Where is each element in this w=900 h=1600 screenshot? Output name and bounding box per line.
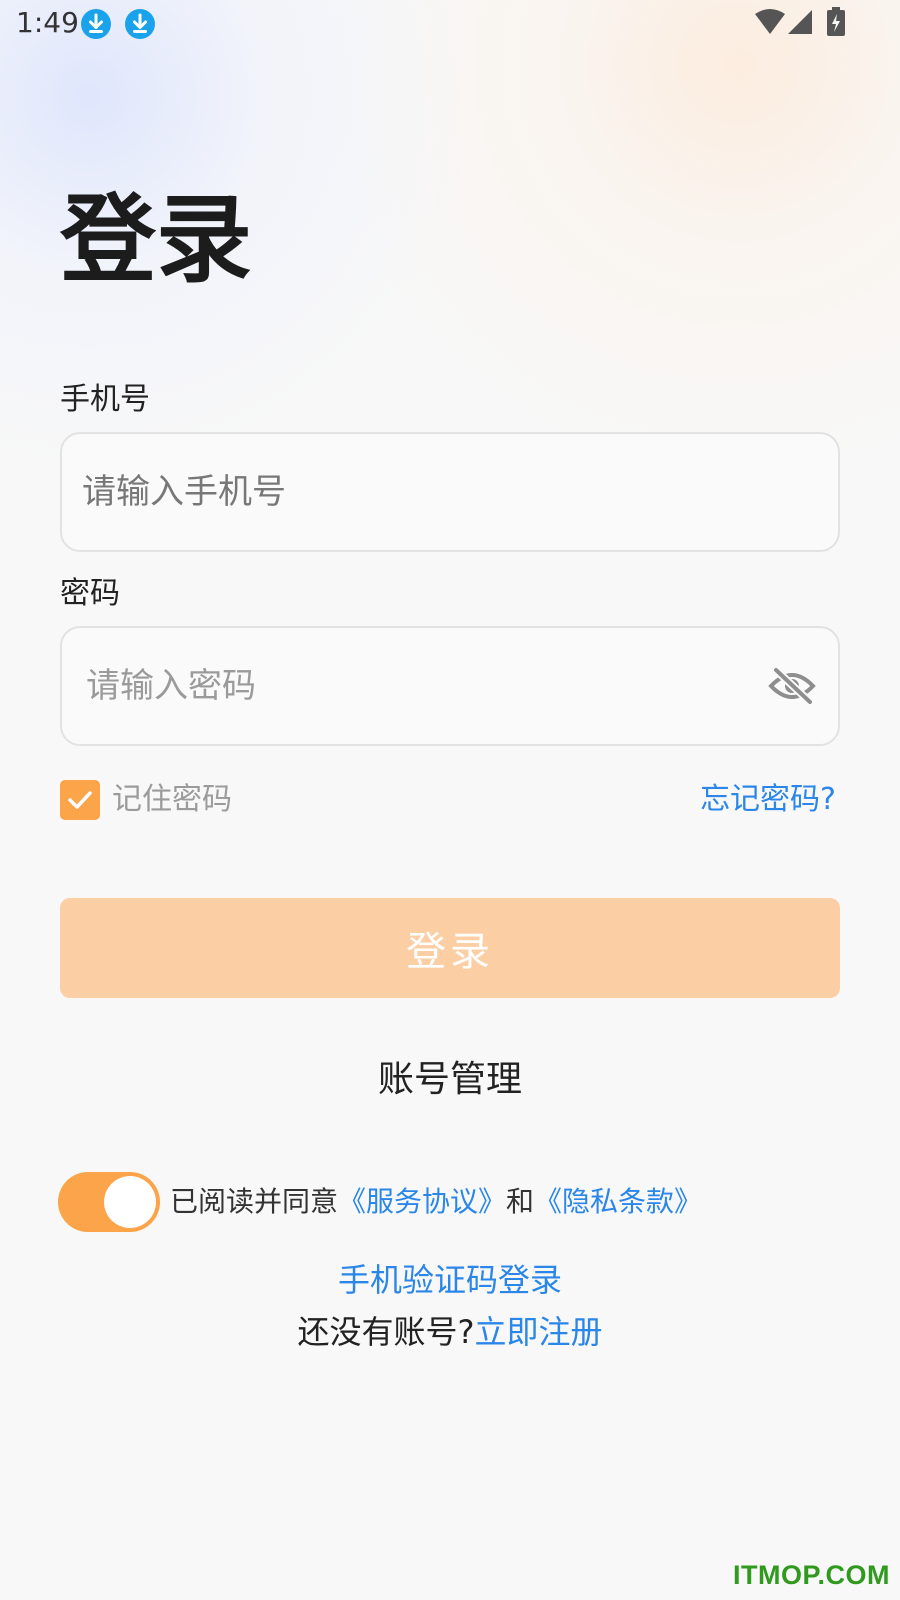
register-line: 还没有账号?立即注册 [0, 1310, 900, 1354]
check-icon [68, 791, 92, 809]
toggle-knob [104, 1176, 156, 1228]
privacy-policy-link[interactable]: 《隐私条款》 [534, 1185, 702, 1218]
phone-field[interactable] [60, 432, 840, 552]
password-input[interactable] [86, 628, 726, 744]
account-management-link[interactable]: 账号管理 [0, 1050, 900, 1102]
sms-login-link[interactable]: 手机验证码登录 [0, 1258, 900, 1302]
watermark: ITMOP.COM [732, 1560, 890, 1590]
status-time: 1:49 [16, 6, 79, 39]
signal-icon [788, 10, 812, 34]
agreement-conjunction: 和 [506, 1185, 535, 1218]
page-title: 登录 [60, 184, 252, 296]
login-button[interactable]: 登录 [60, 898, 840, 998]
agreement-toggle[interactable] [58, 1172, 160, 1232]
agreement-text: 已阅读并同意《服务协议》和《隐私条款》 [170, 1182, 702, 1222]
battery-charging-icon [827, 7, 845, 36]
download-icon [125, 9, 155, 39]
download-icon [81, 9, 111, 39]
remember-label[interactable]: 记住密码 [112, 780, 232, 820]
phone-label: 手机号 [60, 382, 150, 417]
password-label: 密码 [60, 576, 120, 611]
agreement-prefix: 已阅读并同意 [170, 1185, 339, 1218]
remember-checkbox[interactable] [60, 780, 100, 820]
register-prompt: 还没有账号? [297, 1313, 475, 1351]
register-link[interactable]: 立即注册 [474, 1313, 602, 1351]
phone-input[interactable] [82, 434, 722, 550]
password-field[interactable] [60, 626, 840, 746]
status-bar: 1:49 [0, 0, 900, 48]
wifi-icon [755, 9, 785, 34]
service-agreement-link[interactable]: 《服务协议》 [338, 1185, 506, 1218]
eye-off-icon[interactable] [768, 666, 816, 706]
forgot-password-link[interactable]: 忘记密码? [700, 780, 836, 820]
